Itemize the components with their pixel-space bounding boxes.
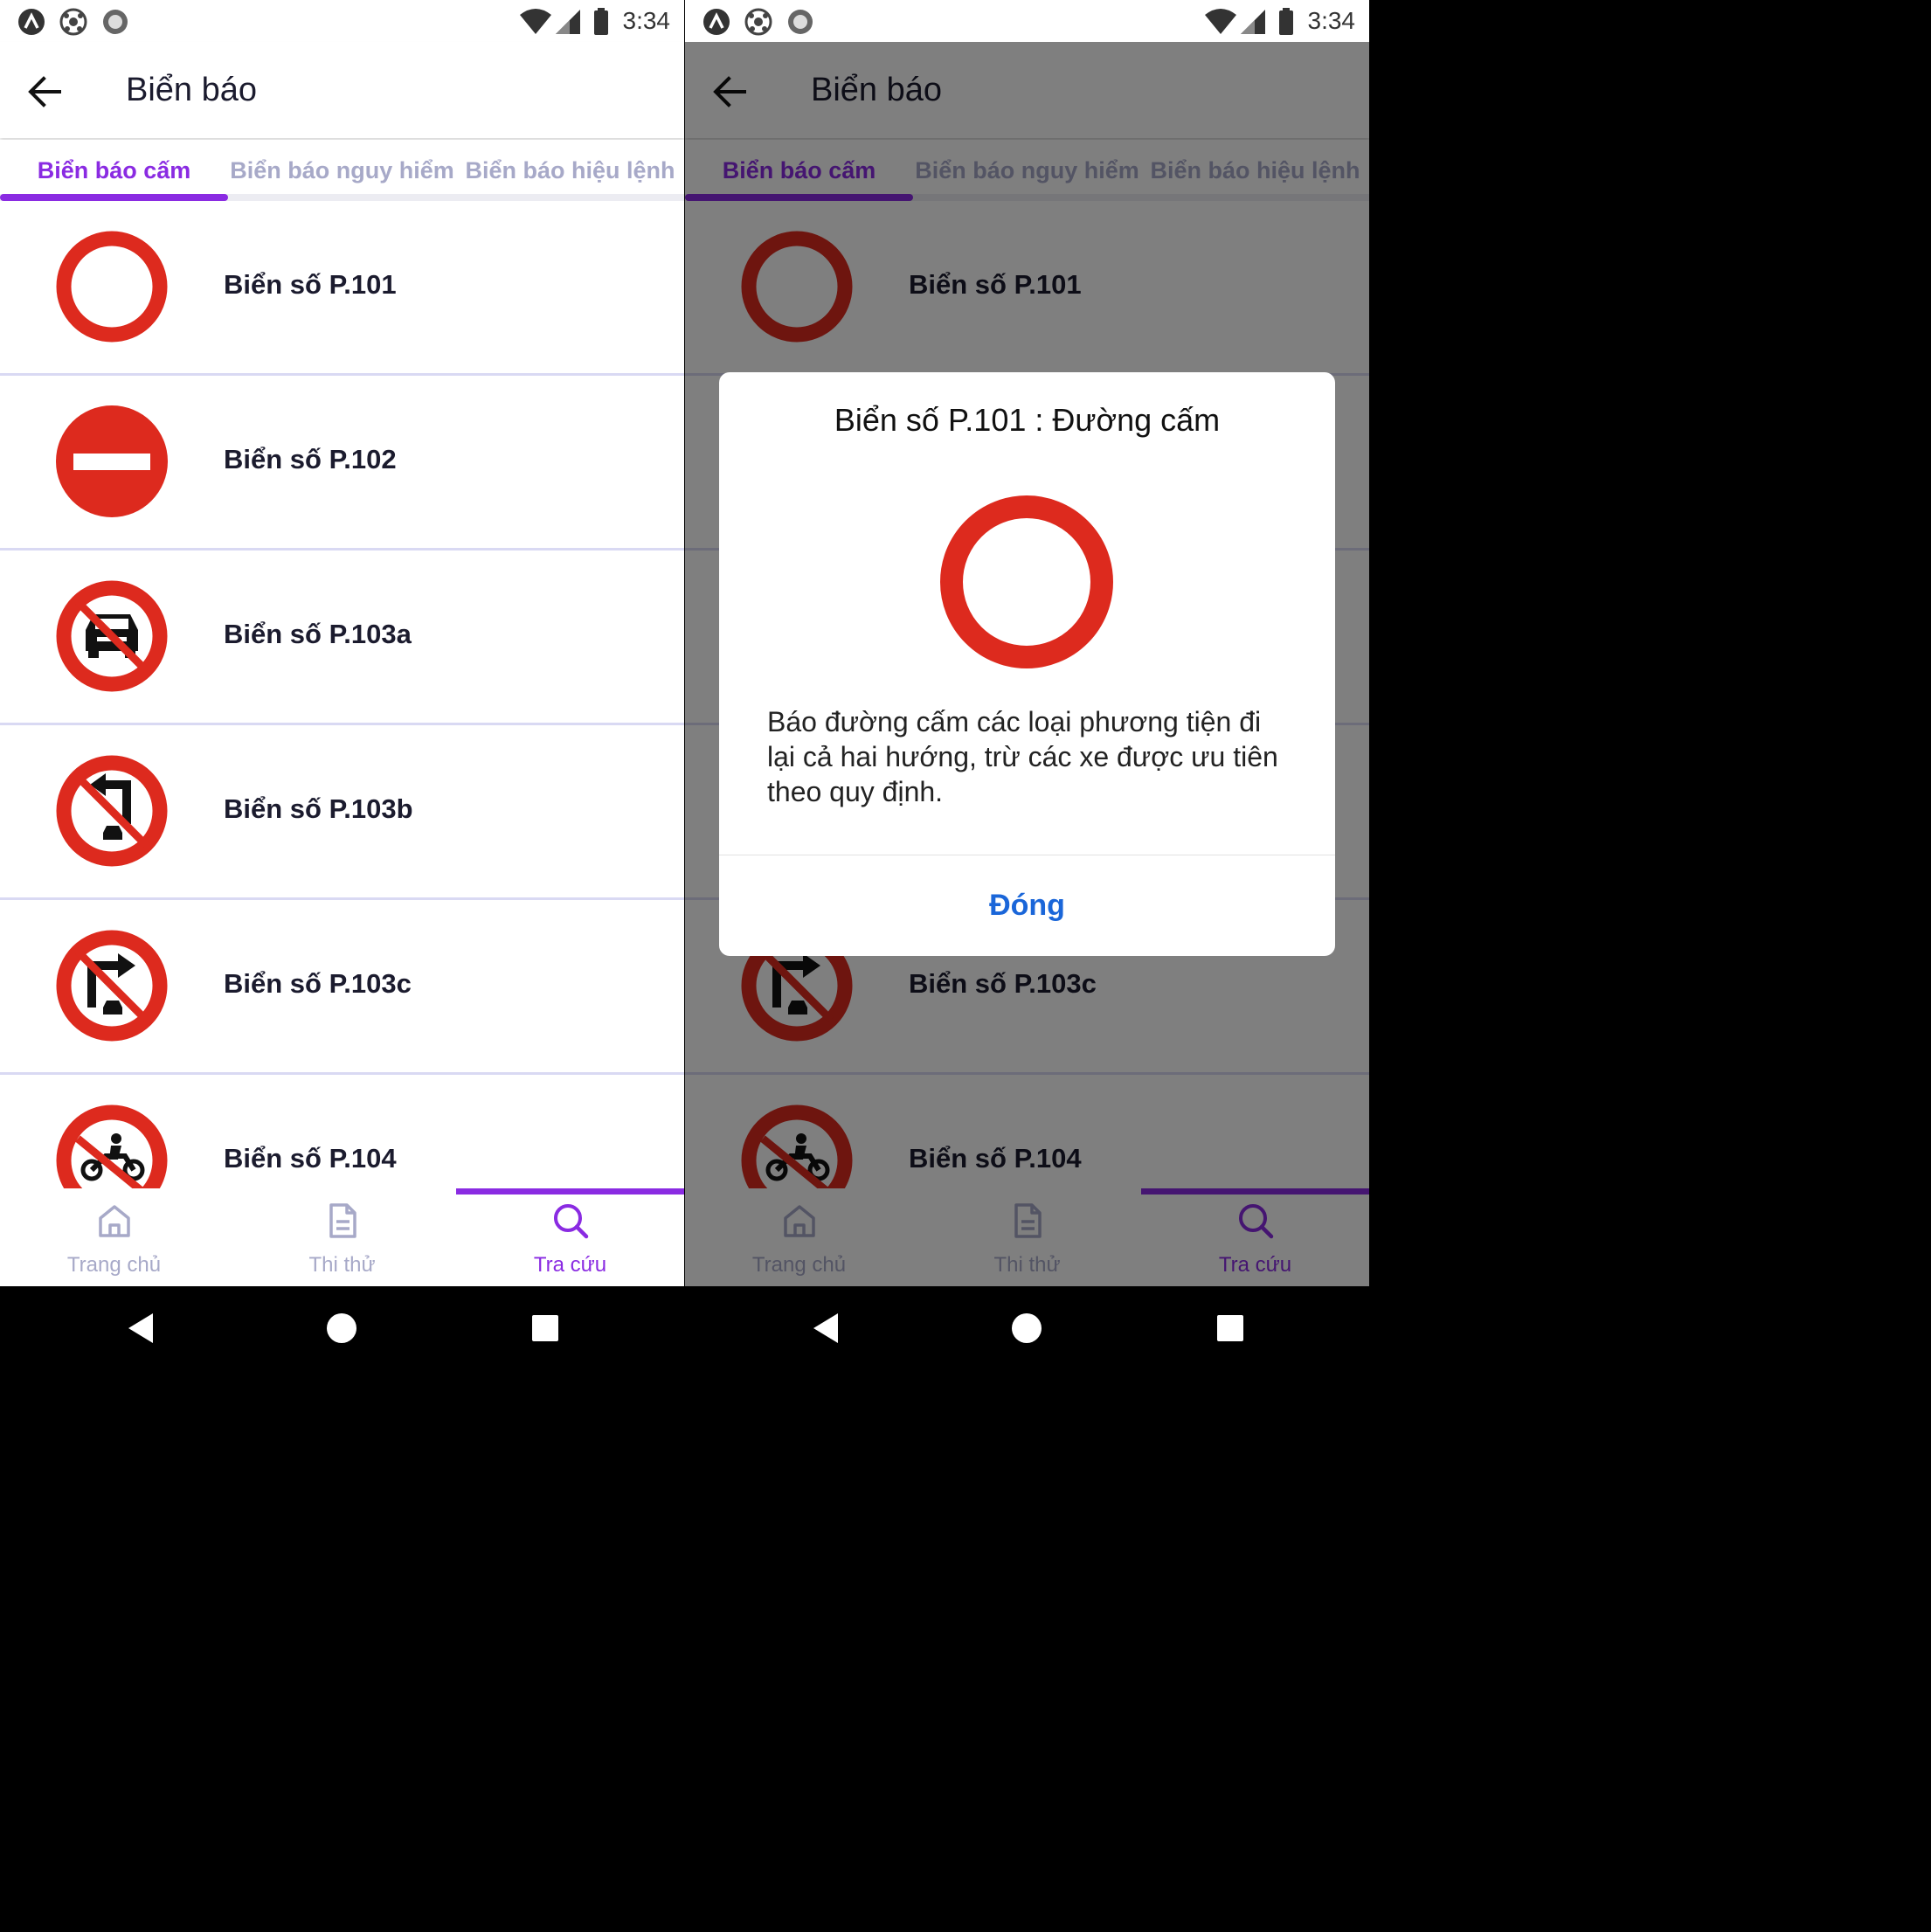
no-cars-turn-right-sign-icon <box>56 930 168 1042</box>
signal-icon <box>1241 10 1265 34</box>
list-item[interactable]: Biển số P.104 <box>0 1075 684 1188</box>
sign-label: Biển số P.103a <box>224 619 412 649</box>
list-item[interactable]: Biển số P.103b <box>0 725 684 900</box>
sign-list[interactable]: Biển số P.101 Biển số P.102 Biển số P.10… <box>0 201 684 1188</box>
no-motorcycles-sign-icon <box>56 1104 168 1188</box>
dialog-description: Báo đường cấm các loại phương tiện đi lạ… <box>767 706 1278 807</box>
tab-bar: Biển báo cấm Biển báo nguy hiểm Biển báo… <box>0 140 684 201</box>
wifi-icon <box>1205 9 1236 34</box>
list-item[interactable]: Biển số P.103a <box>0 551 684 725</box>
system-back-icon[interactable] <box>812 1313 840 1343</box>
tab-prohibitory-signs[interactable]: Biển báo cấm <box>0 140 228 201</box>
no-cars-sign-icon <box>56 580 168 692</box>
nav-label: Thi thử <box>308 1253 376 1277</box>
list-item[interactable]: Biển số P.103c <box>0 900 684 1075</box>
bottom-nav: Trang chủ Thi thử Tra cứu <box>0 1188 684 1286</box>
soccer-ball-icon <box>59 8 87 36</box>
no-entry-both-directions-sign-icon <box>56 231 168 343</box>
status-bar: 3:34 <box>0 0 684 42</box>
list-item[interactable]: Biển số P.101 <box>0 201 684 376</box>
sign-label: Biển số P.103c <box>224 968 412 999</box>
system-recents-icon[interactable] <box>532 1315 558 1341</box>
document-icon <box>329 1203 356 1238</box>
status-bar: 3:34 <box>685 0 1369 42</box>
system-nav-bar <box>685 1286 1369 1370</box>
back-arrow-icon[interactable] <box>24 72 65 112</box>
no-entry-sign-icon <box>56 405 168 517</box>
battery-icon <box>594 8 608 35</box>
soccer-ball-icon <box>744 8 772 36</box>
sign-label: Biển số P.102 <box>224 444 397 474</box>
nav-practice-test[interactable]: Thi thử <box>228 1188 456 1286</box>
wifi-icon <box>520 9 551 34</box>
system-home-icon[interactable] <box>327 1313 356 1343</box>
battery-icon <box>1279 8 1293 35</box>
search-icon <box>554 1204 589 1239</box>
tab-active-indicator <box>0 194 228 201</box>
status-time: 3:34 <box>1307 7 1356 34</box>
sign-label: Biển số P.101 <box>224 269 397 300</box>
no-entry-both-directions-sign-icon <box>940 495 1113 668</box>
nav-label: Tra cứu <box>533 1253 607 1277</box>
record-icon <box>103 10 128 34</box>
app-bar: Biển báo <box>0 42 684 138</box>
system-nav-bar <box>0 1286 684 1370</box>
left-screen: 3:34 Biển báo Biển báo cấm Biển báo nguy… <box>0 0 684 1370</box>
no-cars-turn-left-sign-icon <box>56 755 168 867</box>
nav-home[interactable]: Trang chủ <box>0 1188 228 1286</box>
sign-label: Biển số P.104 <box>224 1143 397 1174</box>
right-screen: 3:34 Biển báo Biển báo cấm Biển báo nguy… <box>685 0 1369 1370</box>
dialog-title: Biển số P.101 : Đường cấm <box>834 402 1221 438</box>
home-icon <box>99 1205 130 1237</box>
status-time: 3:34 <box>622 7 671 34</box>
app-notification-icon <box>703 9 730 35</box>
sign-label: Biển số P.103b <box>224 793 413 824</box>
nav-label: Trang chủ <box>66 1253 162 1277</box>
app-notification-icon <box>18 9 45 35</box>
record-icon <box>788 10 813 34</box>
tab-warning-signs[interactable]: Biển báo nguy hiểm <box>228 140 456 201</box>
system-home-icon[interactable] <box>1012 1313 1042 1343</box>
page-title: Biển báo <box>126 72 258 108</box>
signal-icon <box>556 10 580 34</box>
list-item[interactable]: Biển số P.102 <box>0 376 684 551</box>
nav-lookup[interactable]: Tra cứu <box>456 1188 684 1286</box>
sign-detail-dialog: Biển số P.101 : Đường cấm Báo đường cấm … <box>719 372 1335 956</box>
close-button[interactable]: Đóng <box>719 855 1335 956</box>
system-back-icon[interactable] <box>127 1313 155 1343</box>
system-recents-icon[interactable] <box>1217 1315 1243 1341</box>
tab-mandatory-signs[interactable]: Biển báo hiệu lệnh <box>456 140 684 201</box>
